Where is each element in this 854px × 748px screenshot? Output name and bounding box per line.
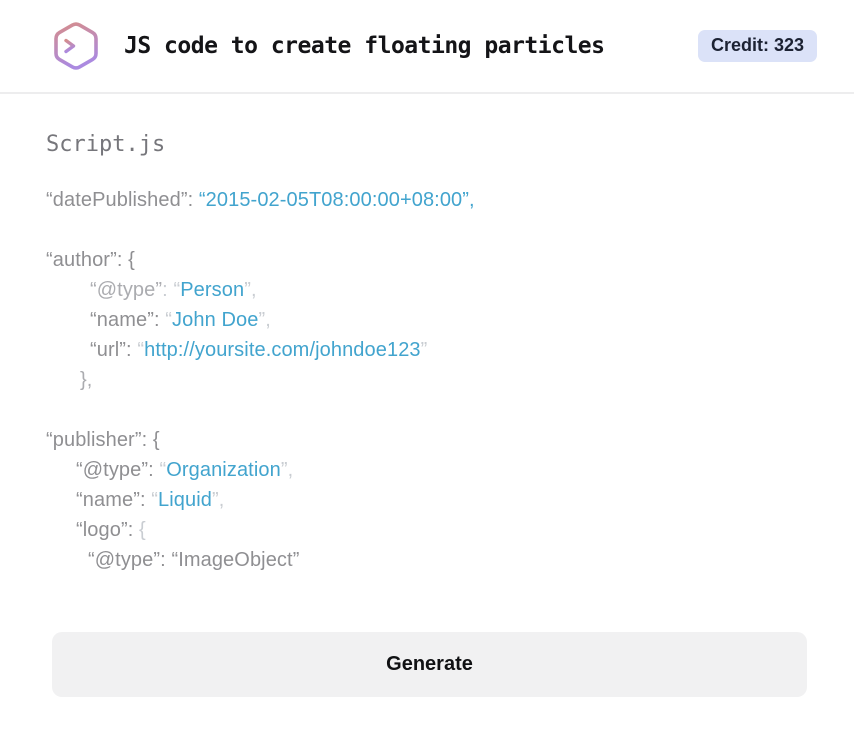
code-token: “@type”: <box>76 459 160 481</box>
code-token: Organization <box>166 459 281 481</box>
code-token: }, <box>80 369 93 391</box>
code-token: “datePublished”: <box>46 189 199 211</box>
code-token: “@type”: “ImageObject” <box>88 549 300 571</box>
code-line: “@type”: “Person”, <box>46 275 808 305</box>
code-token: , <box>218 489 225 511</box>
generate-button[interactable]: Generate <box>52 632 807 697</box>
code-line: “@type”: “ImageObject” <box>46 545 808 575</box>
code-token: ” <box>280 459 288 481</box>
code-line: “publisher”: { <box>46 425 808 455</box>
code-token: “2015-02-05T08:00:00+08:00”, <box>198 189 475 211</box>
code-token: Person <box>180 279 245 301</box>
code-line: “name”: “John Doe”, <box>46 305 808 335</box>
page-title: JS code to create floating particles <box>124 33 605 59</box>
code-line: “datePublished”: “2015-02-05T08:00:00+08… <box>46 185 808 215</box>
credit-badge: Credit: 323 <box>697 30 817 62</box>
code-token: , <box>250 279 257 301</box>
code-line: “name”: “Liquid”, <box>46 485 808 515</box>
code-line: “logo”: { <box>46 515 808 545</box>
code-token: John Doe <box>172 309 259 331</box>
code-token: http://yoursite.com/johndoe123 <box>144 339 421 361</box>
code-token: ” <box>420 339 428 361</box>
code-token: “name”: <box>76 489 152 511</box>
code-line: }, <box>46 365 808 395</box>
code-token: “logo”: <box>76 519 140 541</box>
code-token: “url”: <box>90 339 138 361</box>
code-block: “datePublished”: “2015-02-05T08:00:00+08… <box>46 185 808 575</box>
code-token: , <box>287 459 294 481</box>
code-token: , <box>265 309 271 331</box>
code-token: Liquid <box>158 489 213 511</box>
filename-label: Script.js <box>46 132 166 157</box>
main-content: Script.js “datePublished”: “2015-02-05T0… <box>0 132 854 697</box>
code-line: “url”: “http://yoursite.com/johndoe123” <box>46 335 808 365</box>
header: JS code to create floating particles Cre… <box>0 0 854 94</box>
code-token: ” <box>212 489 219 511</box>
code-line: “author”: { <box>46 245 808 275</box>
code-token: { <box>139 519 146 541</box>
code-token: : <box>162 279 174 301</box>
code-token: ” <box>244 279 251 301</box>
code-line: “@type”: “Organization”, <box>46 455 808 485</box>
code-token: “publisher”: { <box>46 429 160 451</box>
code-token: “@type” <box>90 279 163 301</box>
terminal-hexagon-icon <box>50 20 102 72</box>
code-token: “name”: <box>90 309 166 331</box>
code-token: “author”: { <box>46 249 135 271</box>
